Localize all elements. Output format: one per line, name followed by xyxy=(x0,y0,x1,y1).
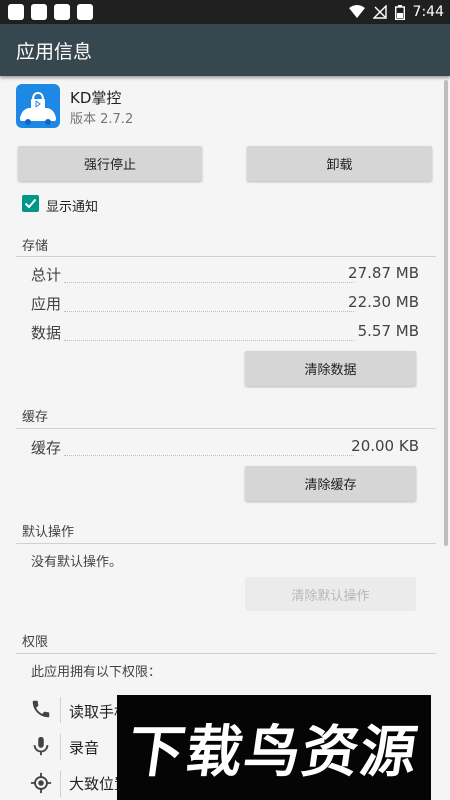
permissions-section-title: 权限 xyxy=(22,635,49,650)
location-icon xyxy=(30,772,52,794)
scrollbar[interactable] xyxy=(444,80,448,546)
status-bar: 7:44 xyxy=(0,0,450,24)
status-time: 7:44 xyxy=(412,4,444,20)
permission-record-text: 录音 xyxy=(69,739,100,757)
permission-separator xyxy=(60,697,61,723)
app-icon xyxy=(16,84,60,128)
page-title: 应用信息 xyxy=(16,41,93,63)
no-signal-icon xyxy=(372,5,387,19)
show-notifications-checkbox[interactable] xyxy=(22,195,39,212)
cache-label: 缓存 xyxy=(31,439,62,457)
dotted-leader xyxy=(64,311,354,312)
cache-section-title: 缓存 xyxy=(22,410,49,425)
app-name: KD掌控 xyxy=(70,89,122,107)
storage-total-value: 27.87 MB xyxy=(348,264,419,282)
storage-section-title: 存储 xyxy=(22,239,49,254)
show-notifications-label: 显示通知 xyxy=(46,200,99,215)
storage-app-value: 22.30 MB xyxy=(348,293,419,311)
force-stop-button[interactable]: 强行停止 xyxy=(18,146,202,181)
divider xyxy=(16,653,436,654)
divider xyxy=(16,256,436,257)
watermark: 下载鸟资源 xyxy=(117,695,431,800)
permission-separator xyxy=(60,771,61,797)
dotted-leader xyxy=(64,340,354,341)
battery-icon xyxy=(394,4,405,20)
permission-separator xyxy=(60,734,61,760)
storage-data-value: 5.57 MB xyxy=(357,322,419,340)
wifi-icon xyxy=(348,5,365,18)
notification-icon xyxy=(31,4,47,20)
uninstall-button[interactable]: 卸载 xyxy=(247,146,432,181)
storage-app-label: 应用 xyxy=(31,295,62,313)
clear-cache-button[interactable]: 清除缓存 xyxy=(245,466,416,501)
notification-icon xyxy=(8,4,24,20)
divider xyxy=(16,543,436,544)
notification-icon xyxy=(54,4,70,20)
dotted-leader xyxy=(64,282,354,283)
cache-value: 20.00 KB xyxy=(351,437,419,455)
status-right: 7:44 xyxy=(348,0,444,24)
clear-defaults-button[interactable]: 清除默认操作 xyxy=(245,577,416,611)
app-bar: 应用信息 xyxy=(0,24,450,76)
storage-total-label: 总计 xyxy=(31,266,62,284)
permissions-intro: 此应用拥有以下权限： xyxy=(31,665,162,680)
watermark-text: 下载鸟资源 xyxy=(123,720,423,785)
default-actions-section-title: 默认操作 xyxy=(22,525,75,540)
dotted-leader xyxy=(64,455,354,456)
app-version: 版本 2.7.2 xyxy=(70,112,134,127)
divider xyxy=(16,428,436,429)
notification-icon xyxy=(77,4,93,20)
phone-icon xyxy=(32,700,50,718)
storage-data-label: 数据 xyxy=(31,324,62,342)
microphone-icon xyxy=(33,736,49,756)
default-actions-text: 没有默认操作。 xyxy=(31,555,123,570)
clear-data-button[interactable]: 清除数据 xyxy=(245,351,416,386)
check-icon xyxy=(24,198,37,209)
